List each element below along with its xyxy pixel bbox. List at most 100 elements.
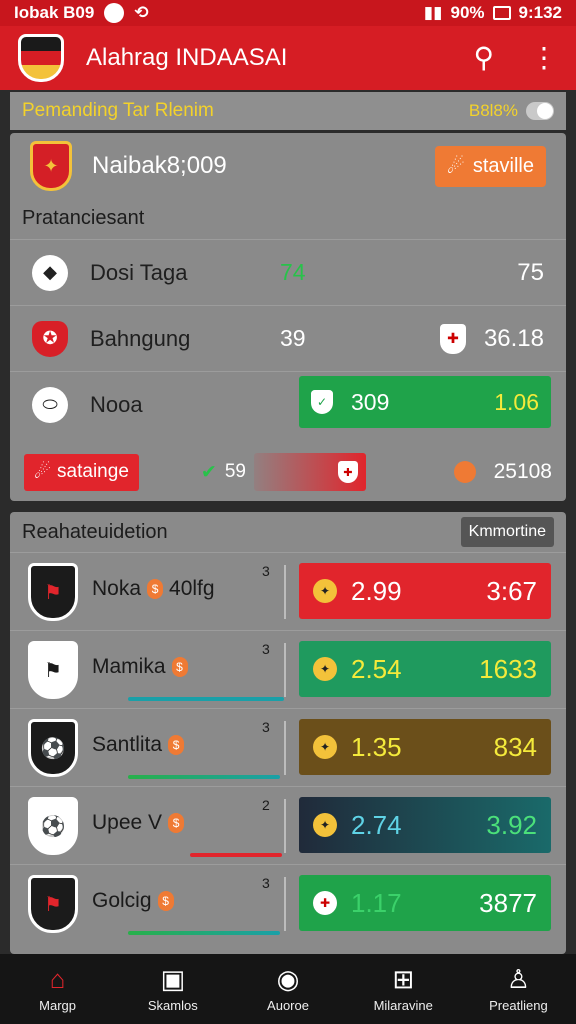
filter-bar: Pemanding Tar Rlenim B8l8%	[10, 92, 566, 130]
form-bar	[128, 697, 284, 701]
filter-toggle[interactable]	[526, 102, 554, 120]
team-name: Mamika	[92, 655, 166, 678]
footer-right-value: 25108	[493, 460, 552, 483]
divider	[284, 721, 286, 775]
match-title: Naibak8;009	[92, 152, 227, 179]
nav-label: Margp	[39, 997, 77, 1013]
odds-value-1: 2.54	[351, 653, 402, 684]
chart-icon: ⊞	[392, 963, 415, 994]
home-icon: ⌂	[49, 963, 66, 994]
market-name: Dosi Taga	[90, 259, 188, 285]
nav-label: Preatlieng	[489, 997, 548, 1013]
odds-block[interactable]: ✦ 1.35 834	[299, 719, 551, 775]
odds-block[interactable]: ✚ 1.17 3877	[299, 875, 551, 931]
crest-icon: ✚	[337, 461, 358, 483]
search-icon[interactable]: ⚲	[473, 44, 494, 72]
odds-value-1: 309	[351, 388, 390, 415]
filter-value: B8l8%	[468, 101, 518, 120]
footer-mid-value: 59	[224, 461, 246, 482]
odds-block[interactable]: ✓ 309 1.06	[299, 376, 551, 428]
match-count: 2	[262, 797, 270, 813]
crest-icon: ✦	[313, 735, 337, 759]
odds-value-2: 1633	[479, 653, 537, 684]
team-name: Golcig	[92, 889, 152, 912]
match-count: 3	[262, 641, 270, 657]
featured-match-panel: ✦ Naibak8;009 ☄ staville Pratanciesant ◆…	[10, 133, 566, 501]
market-value-1: 39	[280, 325, 306, 351]
crest-icon: ✓	[311, 390, 333, 414]
section-label: Pratanciesant	[22, 207, 145, 229]
team-crest-icon: ⚑	[28, 563, 78, 621]
match-row[interactable]: ⚑ Golcig $ 3 ✚ 1.17 3877	[10, 864, 566, 942]
pill-icon: ☄	[446, 155, 465, 178]
odds-block[interactable]: ✦ 2.99 3:67	[299, 563, 551, 619]
more-icon[interactable]: ⋮	[530, 44, 558, 72]
match-count: 3	[262, 719, 270, 735]
status-pill[interactable]: ☄ staville	[434, 145, 546, 187]
signal-icon: ▮▮	[423, 3, 443, 22]
nav-label: Skamlos	[147, 997, 198, 1013]
match-row[interactable]: ⚽ Upee V $ 2 ✦ 2.74 3.92	[10, 786, 566, 864]
market-row[interactable]: ✪ Bahngung 39 ✚ 36.18	[10, 305, 566, 371]
badge-icon: $	[171, 657, 188, 677]
crest-icon: ✦	[313, 657, 337, 681]
market-value-2: 75	[517, 258, 544, 286]
team-crest-icon: ✦	[30, 141, 72, 191]
match-row[interactable]: ⚽ Santlita $ 3 ✦ 1.35 834	[10, 708, 566, 786]
battery-icon	[492, 6, 511, 20]
badge-icon: $	[168, 735, 185, 755]
divider	[284, 799, 286, 853]
featured-footer: ☄ satainge ✔ 59 ✚ 25108	[10, 451, 566, 493]
odds-value-1: 2.74	[351, 809, 402, 840]
odds-value-2: 3877	[479, 887, 537, 918]
footer-action-button[interactable]: ☄ satainge	[24, 453, 139, 491]
odds-value-2: 834	[493, 731, 537, 762]
coin-icon	[453, 461, 476, 483]
footer-red-bar: ✚	[253, 453, 366, 491]
nav-item-home[interactable]: ⌂ Margp	[0, 954, 115, 1024]
footer-action-label: satainge	[57, 461, 129, 482]
form-bar	[190, 853, 282, 857]
badge-icon: $	[168, 813, 185, 833]
odds-block[interactable]: ✦ 2.74 3.92	[299, 797, 551, 853]
market-row[interactable]: ◆ Dosi Taga 74 75	[10, 239, 566, 305]
status-time: 9:132	[518, 3, 562, 22]
form-bar	[128, 931, 280, 935]
notification-icon	[104, 3, 125, 23]
team-crest-icon: ⚑	[28, 875, 78, 933]
form-bar	[128, 775, 280, 779]
odds-value-2: 3.92	[486, 809, 537, 840]
featured-match-header: ✦ Naibak8;009 ☄ staville	[10, 133, 566, 199]
list-filter-button[interactable]: Kmmortine	[460, 517, 554, 547]
filter-title: Pemanding Tar Rlenim	[22, 100, 214, 121]
status-bar: Iobak B09 ⟲ ▮▮ 90% 9:132	[0, 0, 576, 26]
app-title: Alahrag INDAASAI	[86, 44, 288, 71]
team-name: Noka	[92, 577, 142, 600]
check-icon: ✔	[200, 461, 217, 483]
nav-item-ball[interactable]: ◉ Auoroe	[230, 954, 345, 1024]
match-count: 3	[262, 875, 270, 891]
team-crest-icon: ⚽	[28, 797, 78, 855]
crest-icon: ✦	[313, 813, 337, 837]
odds-block[interactable]: ✦ 2.54 1633	[299, 641, 551, 697]
market-value-2: 36.18	[483, 324, 544, 352]
box-icon: ▣	[160, 963, 186, 994]
divider	[284, 877, 286, 931]
nav-label: Auoroe	[267, 997, 309, 1013]
market-name: Nooa	[90, 391, 143, 417]
match-list-panel: Reahateuidetion Kmmortine ⚑ Noka $40lfg 3…	[10, 512, 566, 954]
odds-value-2: 1.06	[494, 388, 539, 415]
app-bar: Alahrag INDAASAI ⚲ ⋮	[0, 26, 576, 90]
nav-label: Milaravine	[373, 997, 433, 1013]
match-row[interactable]: ⚑ Mamika $ 3 ✦ 2.54 1633	[10, 630, 566, 708]
match-row[interactable]: ⚑ Noka $40lfg 3 ✦ 2.99 3:67	[10, 552, 566, 630]
nav-item-chart[interactable]: ⊞ Milaravine	[346, 954, 461, 1024]
divider	[284, 643, 286, 697]
list-title: Reahateuidetion	[22, 520, 168, 543]
battery-percent: 90%	[450, 3, 485, 22]
app-logo	[18, 34, 64, 82]
nav-item-box[interactable]: ▣ Skamlos	[115, 954, 230, 1024]
sync-icon: ⟲	[134, 3, 149, 22]
team-extra: 40lfg	[169, 577, 215, 600]
nav-item-profile[interactable]: ♙ Preatlieng	[461, 954, 576, 1024]
